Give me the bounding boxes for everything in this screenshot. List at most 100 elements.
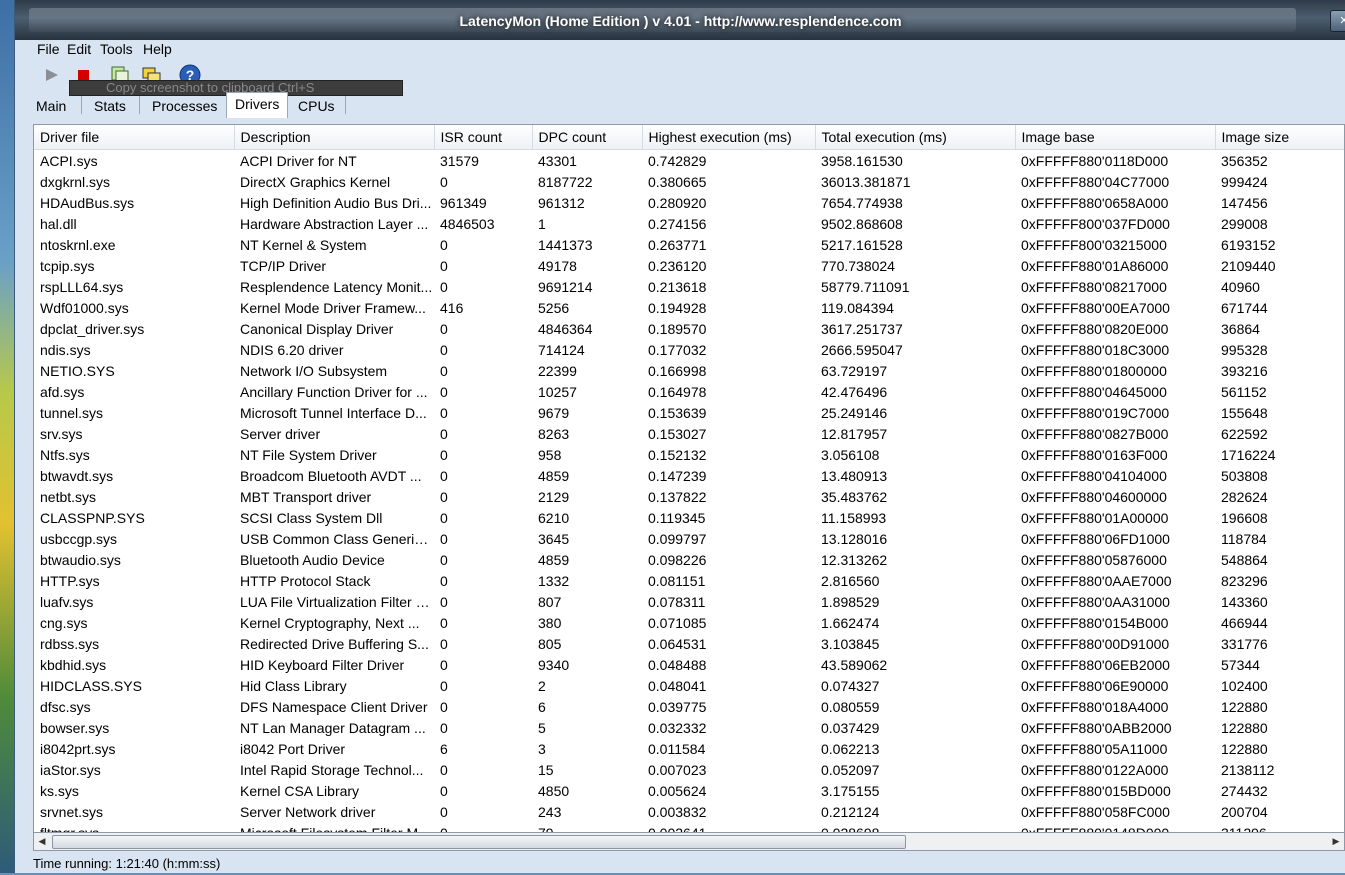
table-row[interactable]: tunnel.sys Microsoft Tunnel Interface D..…	[34, 402, 1344, 423]
scroll-left-icon[interactable]: ◀	[35, 835, 49, 847]
menu-file[interactable]: File	[37, 41, 60, 57]
table-cell: Broadcom Bluetooth AVDT ...	[240, 467, 422, 484]
close-button[interactable]: ✕	[1330, 10, 1345, 32]
table-row[interactable]: bowser.sys NT Lan Manager Datagram ... 0 5 0…	[34, 717, 1344, 738]
table-row[interactable]: ks.sys Kernel CSA Library 0 4850 0.005624 3.1…	[34, 780, 1344, 801]
table-row[interactable]: luafv.sys LUA File Virtualization Filter …	[34, 591, 1344, 612]
table-row[interactable]: Ntfs.sys NT File System Driver 0 958 0.15213…	[34, 444, 1344, 465]
column-header[interactable]: Image base	[1015, 125, 1216, 150]
table-row[interactable]: usbccgp.sys USB Common Class Generic ... 0…	[34, 528, 1344, 549]
table-row[interactable]: Wdf01000.sys Kernel Mode Driver Framew...…	[34, 297, 1344, 318]
table-row[interactable]: iaStor.sys Intel Rapid Storage Technol...…	[34, 759, 1344, 780]
table-row[interactable]: HTTP.sys HTTP Protocol Stack 0 1332 0.081151…	[34, 570, 1344, 591]
drivers-table[interactable]: Driver file Description ISR count DPC co…	[33, 124, 1345, 834]
table-row[interactable]: rspLLL64.sys Resplendence Latency Monit..…	[34, 276, 1344, 297]
table-row[interactable]: ntoskrnl.exe NT Kernel & System 0 1441373 0.…	[34, 234, 1344, 255]
table-row[interactable]: dxgkrnl.sys DirectX Graphics Kernel 0 81877…	[34, 171, 1344, 192]
column-header[interactable]: Driver file	[34, 125, 235, 150]
table-row[interactable]: dfsc.sys DFS Namespace Client Driver 0 6 0.0…	[34, 696, 1344, 717]
play-icon[interactable]	[41, 64, 63, 86]
table-cell: 0	[440, 257, 448, 274]
table-cell: 118784	[1221, 530, 1267, 547]
table-cell: 4846503	[440, 215, 495, 232]
table-row[interactable]: CLASSPNP.SYS SCSI Class System Dll 0 6210 0.…	[34, 507, 1344, 528]
table-cell: 143360	[1221, 593, 1268, 610]
column-header[interactable]: ISR count	[434, 125, 533, 150]
table-row[interactable]: netbt.sys MBT Transport driver 0 2129 0.1378…	[34, 486, 1344, 507]
table-cell: 1332	[538, 572, 570, 589]
table-cell: 13.128016	[821, 530, 888, 547]
app-window: LatencyMon (Home Edition ) v 4.01 - http…	[14, 0, 1345, 873]
table-cell: 43.589062	[821, 656, 888, 673]
table-cell: 11.158993	[821, 509, 887, 526]
table-row[interactable]: btwavdt.sys Broadcom Bluetooth AVDT ... 0 4…	[34, 465, 1344, 486]
status-bar: Time running: 1:21:40 (h:mm:ss)	[15, 853, 1345, 873]
table-row[interactable]: NETIO.SYS Network I/O Subsystem 0 22399 0.16…	[34, 360, 1344, 381]
table-cell: 0	[440, 551, 448, 568]
table-cell: 0.189570	[648, 320, 707, 337]
table-cell: 2666.595047	[821, 341, 903, 358]
table-cell: ACPI.sys	[40, 152, 98, 169]
table-row[interactable]: cng.sys Kernel Cryptography, Next ... 0 380…	[34, 612, 1344, 633]
table-row[interactable]: kbdhid.sys HID Keyboard Filter Driver 0 934…	[34, 654, 1344, 675]
table-row[interactable]: ndis.sys NDIS 6.20 driver 0 714124 0.177032 2…	[34, 339, 1344, 360]
table-row[interactable]: HIDCLASS.SYS Hid Class Library 0 2 0.048041 0…	[34, 675, 1344, 696]
table-cell: NDIS 6.20 driver	[240, 341, 344, 358]
menu-tools[interactable]: Tools	[100, 41, 133, 57]
table-row[interactable]: hal.dll Hardware Abstraction Layer ... 484…	[34, 213, 1344, 234]
table-row[interactable]: tcpip.sys TCP/IP Driver 0 49178 0.236120 770.…	[34, 255, 1344, 276]
menu-edit[interactable]: Edit	[67, 41, 91, 57]
tab-main[interactable]: Main	[27, 94, 75, 118]
table-cell: Ntfs.sys	[40, 446, 90, 463]
column-header[interactable]: Highest execution (ms)	[642, 125, 816, 150]
table-cell: 0.166998	[648, 362, 707, 379]
column-header[interactable]: DPC count	[532, 125, 643, 150]
table-row[interactable]: i8042prt.sys i8042 Port Driver 6 3 0.011584 0…	[34, 738, 1344, 759]
table-cell: 0.007023	[648, 761, 707, 778]
table-cell: HTTP.sys	[40, 572, 100, 589]
table-cell: 0.380665	[648, 173, 707, 190]
table-cell: 0xFFFFF880'058FC000	[1021, 803, 1170, 820]
table-row[interactable]: btwaudio.sys Bluetooth Audio Device 0 4859 0…	[34, 549, 1344, 570]
table-cell: 243	[538, 803, 562, 820]
column-header[interactable]: Image size	[1215, 125, 1344, 150]
table-cell: 995328	[1221, 341, 1268, 358]
table-row[interactable]: rdbss.sys Redirected Drive Buffering S...…	[34, 633, 1344, 654]
table-cell: 0xFFFFF880'0658A000	[1021, 194, 1169, 211]
table-cell: 0	[440, 509, 448, 526]
scroll-right-icon[interactable]: ▶	[1329, 835, 1343, 847]
tab-processes[interactable]: Processes	[143, 94, 226, 118]
table-cell: Kernel Mode Driver Framew...	[240, 299, 426, 316]
table-row[interactable]: ACPI.sys ACPI Driver for NT 31579 43301 0.74…	[34, 150, 1344, 172]
table-row[interactable]: srv.sys Server driver 0 8263 0.153027 12.8179…	[34, 423, 1344, 444]
table-cell: srvnet.sys	[40, 803, 104, 820]
tab-drivers[interactable]: Drivers	[226, 92, 289, 118]
horizontal-scrollbar[interactable]: ◀ ▶	[33, 832, 1345, 851]
table-cell: 416	[440, 299, 464, 316]
table-row[interactable]: srvnet.sys Server Network driver 0 243 0.003…	[34, 801, 1344, 822]
tab-stats[interactable]: Stats	[85, 94, 135, 118]
table-row[interactable]: afd.sys Ancillary Function Driver for ...…	[34, 381, 1344, 402]
table-cell: 2109440	[1221, 257, 1276, 274]
table-cell: 0.137822	[648, 488, 707, 505]
table-row[interactable]: HDAudBus.sys High Definition Audio Bus Dr…	[34, 192, 1344, 213]
table-cell: 5	[538, 719, 546, 736]
table-cell: NT Lan Manager Datagram ...	[240, 719, 426, 736]
column-header[interactable]: Total execution (ms)	[815, 125, 1016, 150]
table-cell: netbt.sys	[40, 488, 97, 505]
table-cell: 0	[440, 425, 448, 442]
table-cell: 6193152	[1221, 236, 1276, 253]
scroll-thumb[interactable]	[52, 835, 906, 849]
table-cell: iaStor.sys	[40, 761, 101, 778]
table-cell: HIDCLASS.SYS	[40, 677, 142, 694]
menu-help[interactable]: Help	[143, 41, 172, 57]
table-cell: 200704	[1221, 803, 1268, 820]
tab-cpus[interactable]: CPUs	[289, 94, 344, 118]
table-cell: Server driver	[240, 425, 321, 442]
column-header[interactable]: Description	[234, 125, 435, 150]
table-cell: 0.011584	[648, 740, 706, 757]
title-bar[interactable]: LatencyMon (Home Edition ) v 4.01 - http…	[15, 0, 1345, 41]
table-row[interactable]: dpclat_driver.sys Canonical Display Drive…	[34, 318, 1344, 339]
window-title: LatencyMon (Home Edition ) v 4.01 - http…	[459, 13, 902, 29]
table-cell: btwaudio.sys	[40, 551, 121, 568]
